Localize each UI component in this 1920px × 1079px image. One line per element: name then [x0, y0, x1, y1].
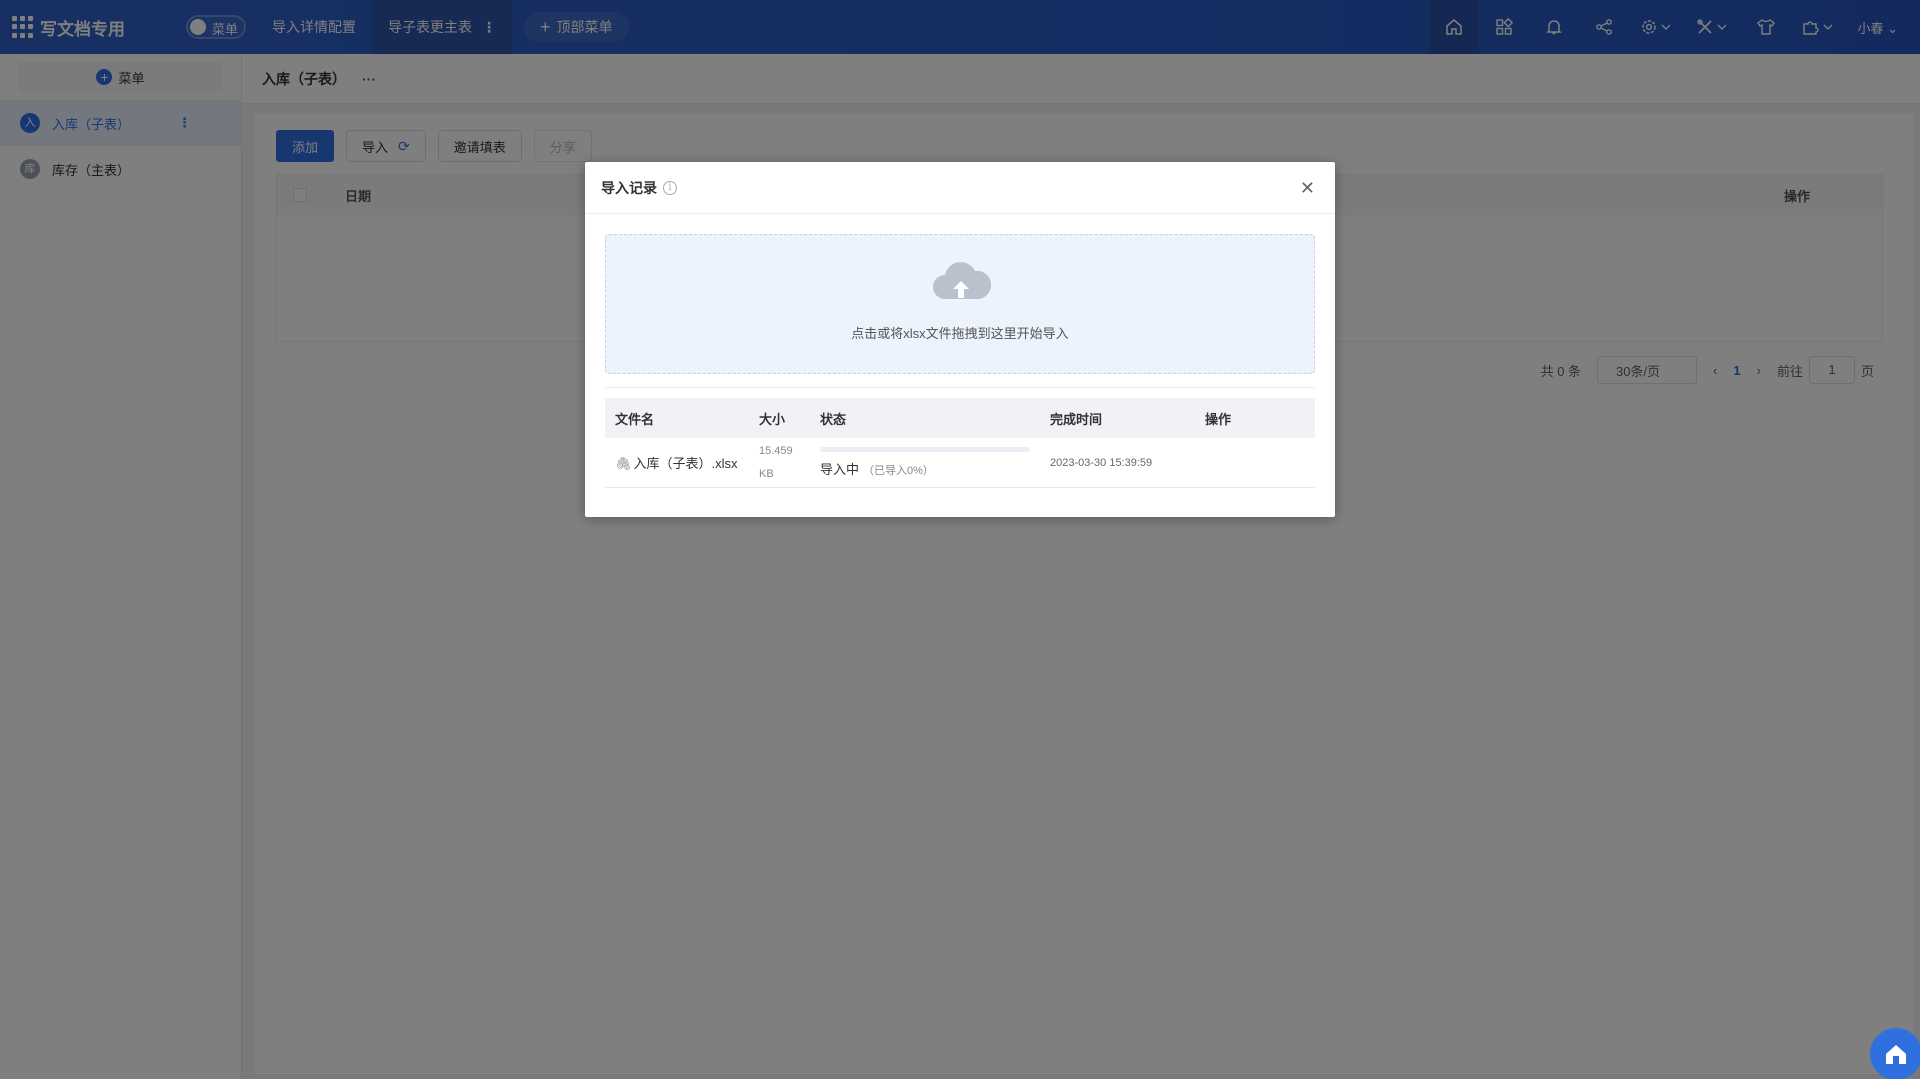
column-status: 状态	[820, 411, 847, 427]
divider	[605, 387, 1315, 388]
info-icon[interactable]: i	[663, 180, 677, 195]
column-finish-time: 完成时间	[1050, 411, 1103, 427]
finish-time-cell: 2023-03-30 15:39:59	[1050, 456, 1153, 469]
import-records-dialog: 导入记录 i ✕ 点击或将xlsx文件拖拽到这里开始导入 文件名 大小 状态 完…	[585, 162, 1335, 517]
size-value: 15.459	[759, 444, 793, 457]
column-size: 大小	[759, 411, 786, 427]
cloud-upload-icon	[933, 262, 991, 299]
table-row: 🖇 入库（子表）.xlsx 15.459 KB 导入中 （已导入0%） 2023-0…	[605, 438, 1315, 488]
status-text: 导入中	[820, 462, 860, 477]
table-header: 文件名 大小 状态 完成时间 操作	[605, 398, 1315, 438]
floating-home-button[interactable]	[1870, 1028, 1920, 1079]
dialog-title: 导入记录	[601, 179, 657, 196]
size-unit: KB	[759, 467, 774, 480]
column-ops: 操作	[1205, 411, 1232, 427]
dialog-header: 导入记录 i ✕	[585, 162, 1335, 214]
status-cell: 导入中 （已导入0%）	[820, 447, 1050, 478]
house-icon	[1886, 1045, 1906, 1064]
status-detail: （已导入0%）	[863, 465, 934, 477]
filename-cell: 🖇 入库（子表）.xlsx	[605, 453, 759, 472]
upload-hint: 点击或将xlsx文件拖拽到这里开始导入	[851, 326, 1069, 341]
paperclip-icon: 🖇	[615, 456, 632, 471]
close-icon[interactable]: ✕	[1300, 178, 1315, 199]
progress-bar	[820, 447, 1030, 452]
import-records-table: 文件名 大小 状态 完成时间 操作 🖇 入库（子表）.xlsx 15.459 KB…	[605, 398, 1315, 488]
column-filename: 文件名	[615, 411, 655, 427]
size-cell: 15.459 KB	[759, 440, 820, 486]
upload-dropzone[interactable]: 点击或将xlsx文件拖拽到这里开始导入	[605, 234, 1315, 374]
filename-text[interactable]: 入库（子表）.xlsx	[634, 456, 738, 471]
